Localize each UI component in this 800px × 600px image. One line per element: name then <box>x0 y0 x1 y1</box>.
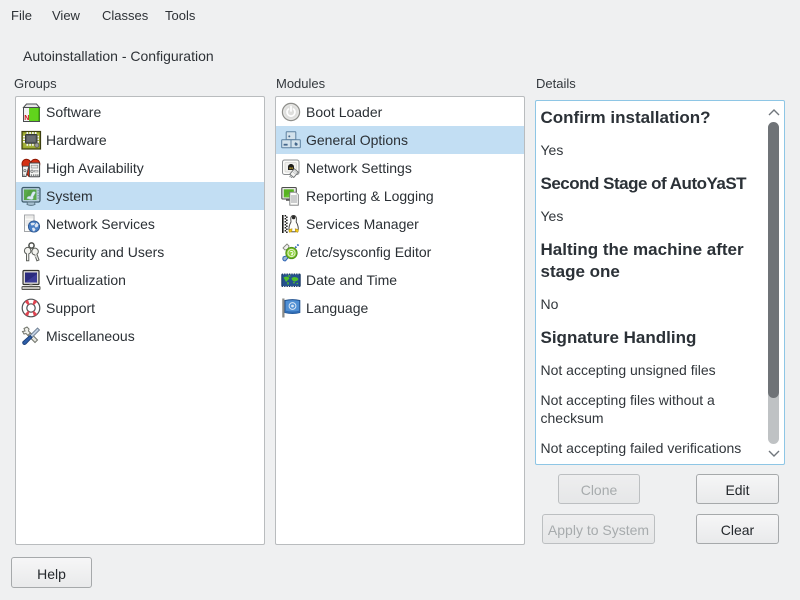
svg-text:N: N <box>24 115 29 122</box>
